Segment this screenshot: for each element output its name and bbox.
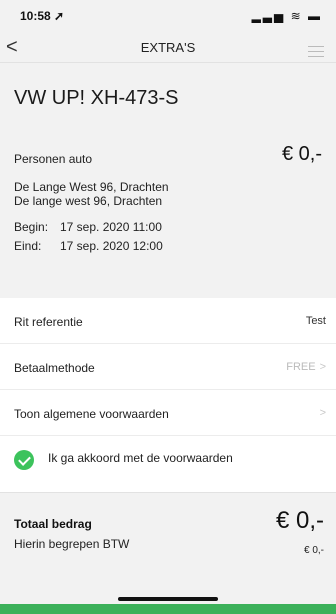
total-amount: € 0,- <box>275 507 324 534</box>
page-title: EXTRA'S <box>140 40 196 55</box>
total-label: Totaal bedrag <box>14 517 92 531</box>
chevron-right-icon: > <box>319 407 326 419</box>
vehicle-category: Personen auto <box>14 152 93 166</box>
checkmark-circle-icon[interactable] <box>14 450 34 470</box>
begin-time-row: Begin: 17 sep. 2020 11:00 <box>14 220 162 234</box>
agree-terms-label: Ik ga akkoord met de voorwaarden <box>48 451 233 465</box>
terms-label: Toon algemene voorwaarden <box>14 407 169 421</box>
confirm-bar[interactable] <box>0 604 336 614</box>
vat-label: Hierin begrepen BTW <box>14 537 130 551</box>
vat-amount: € 0,- <box>303 545 324 556</box>
status-bar: 10:58 ➚ ▂▃▅ ≋ ▬ <box>0 0 336 32</box>
hamburger-menu-icon[interactable] <box>308 46 324 61</box>
trip-reference-label: Rit referentie <box>14 315 83 329</box>
status-time: 10:58 ➚ <box>20 9 65 23</box>
end-value: 17 sep. 2020 12:00 <box>60 239 163 253</box>
total-section: Totaal bedrag € 0,- Hierin begrepen BTW … <box>0 492 336 614</box>
payment-method-value: FREE <box>286 361 316 373</box>
terms-row[interactable]: Toon algemene voorwaarden > <box>0 390 336 436</box>
begin-label: Begin: <box>14 220 49 234</box>
trip-reference-value: Test <box>305 315 326 327</box>
terms-chevron-group: > <box>316 407 326 419</box>
trip-reference-row[interactable]: Rit referentie Test <box>0 298 336 344</box>
return-address: De lange west 96, Drachten <box>14 194 163 208</box>
payment-method-row[interactable]: Betaalmethode FREE > <box>0 344 336 390</box>
agree-terms-row[interactable]: Ik ga akkoord met de voorwaarden <box>0 436 336 482</box>
vehicle-name: VW UP! XH-473-S <box>14 87 179 109</box>
begin-value: 17 sep. 2020 11:00 <box>60 220 162 234</box>
booking-summary: VW UP! XH-473-S Personen auto € 0,- De L… <box>0 62 336 298</box>
end-time-row: Eind: 17 sep. 2020 12:00 <box>14 239 163 253</box>
home-indicator <box>118 597 218 601</box>
payment-method-label: Betaalmethode <box>14 361 95 375</box>
chevron-right-icon: > <box>319 361 326 373</box>
signal-wifi-battery-icon: ▂▃▅ ≋ ▬ <box>251 9 322 23</box>
payment-method-value-group: FREE > <box>286 361 326 373</box>
end-label: Eind: <box>14 239 42 253</box>
nav-bar: < EXTRA'S <box>0 32 336 62</box>
pickup-address: De Lange West 96, Drachten <box>14 180 169 194</box>
booking-price: € 0,- <box>281 143 322 165</box>
